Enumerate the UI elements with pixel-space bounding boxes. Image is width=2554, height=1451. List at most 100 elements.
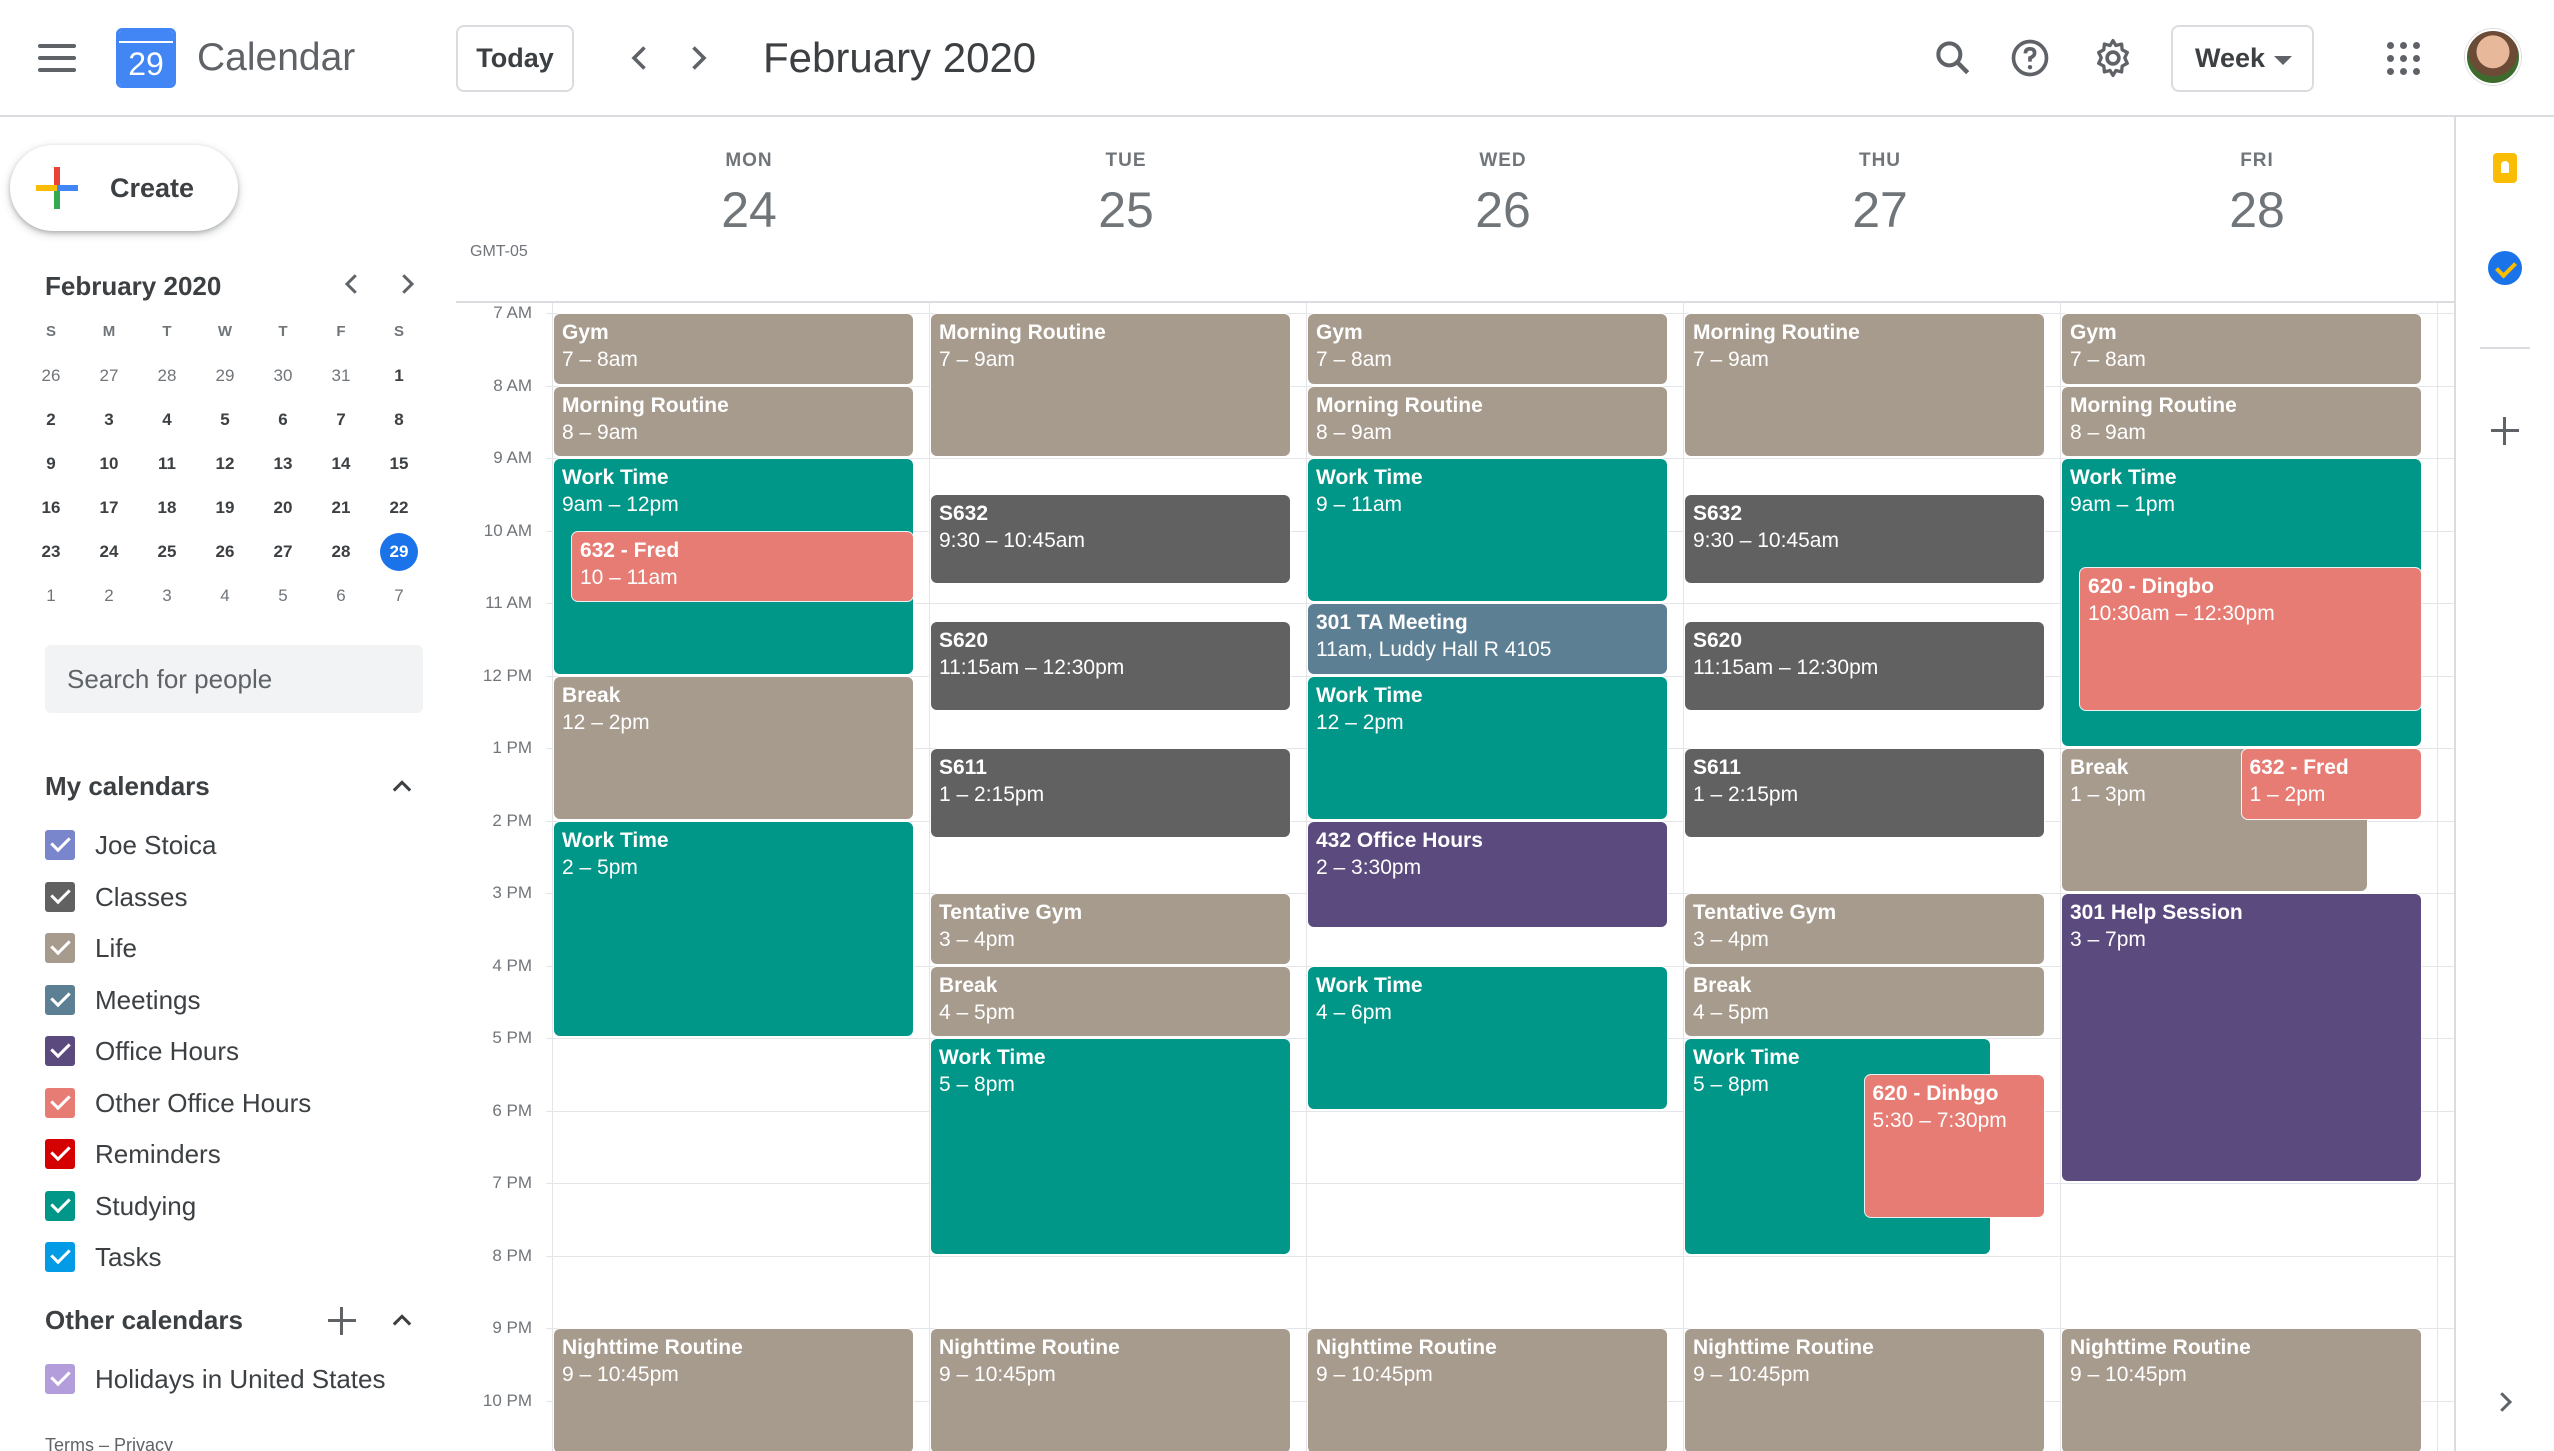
mini-day[interactable]: 25 [144,530,190,574]
other-calendars-title[interactable]: Other calendars [45,1303,243,1337]
calendar-event[interactable]: 620 - Dinbgo 5:30 – 7:30pm [1864,1075,2044,1218]
mini-day[interactable]: 1 [28,574,74,618]
mini-day[interactable]: 31 [318,354,364,398]
mini-day[interactable]: 5 [260,574,306,618]
mini-day[interactable]: 12 [202,442,248,486]
mini-day[interactable]: 6 [318,574,364,618]
collapse-my-calendars-icon[interactable] [388,773,416,801]
calendar-event[interactable]: Morning Routine 8 – 9am [554,386,913,456]
calendar-event[interactable]: S611 1 – 2:15pm [1685,749,2044,837]
my-calendar-item[interactable]: Studying [45,1186,425,1226]
calendar-event[interactable]: Break 4 – 5pm [1685,966,2044,1036]
day-header[interactable]: THU 27 [1691,149,2069,241]
settings-gear-icon[interactable] [2091,36,2135,80]
calendar-checkbox-icon[interactable] [45,1087,75,1118]
mini-prev-month-icon[interactable] [337,269,367,299]
mini-day[interactable]: 3 [144,574,190,618]
mini-day[interactable]: 10 [86,442,132,486]
calendar-event[interactable]: 301 TA Meeting 11am, Luddy Hall R 4105 [1308,604,1667,674]
show-side-panel-chevron-icon[interactable] [2490,1387,2520,1417]
mini-day[interactable]: 6 [260,398,306,442]
calendar-event[interactable]: Break 4 – 5pm [931,966,1290,1036]
footer-links[interactable]: Terms – Privacy [45,1435,173,1451]
day-header[interactable]: TUE 25 [937,149,1315,241]
day-header[interactable]: MON 24 [560,149,938,241]
account-avatar[interactable] [2465,29,2521,85]
mini-day[interactable]: 19 [202,486,248,530]
mini-day[interactable]: 26 [202,530,248,574]
mini-day[interactable]: 3 [86,398,132,442]
calendar-checkbox-icon[interactable] [45,933,75,963]
day-header[interactable]: FRI 28 [2068,149,2446,241]
mini-day[interactable]: 26 [28,354,74,398]
calendar-event[interactable]: Tentative Gym 3 – 4pm [1685,894,2044,964]
mini-day[interactable]: 27 [86,354,132,398]
my-calendar-item[interactable]: Life [45,928,425,968]
mini-day[interactable]: 8 [376,398,422,442]
mini-day[interactable]: 2 [86,574,132,618]
calendar-event[interactable]: 432 Office Hours 2 – 3:30pm [1308,821,1667,928]
calendar-event[interactable]: Nighttime Routine 9 – 10:45pm [1308,1329,1667,1451]
help-icon[interactable] [2008,36,2052,80]
mini-day[interactable]: 9 [28,442,74,486]
next-week-icon[interactable] [680,40,716,76]
calendar-event[interactable]: Work Time 12 – 2pm [1308,676,1667,819]
view-switcher-dropdown[interactable]: Week [2171,25,2314,92]
other-calendar-item[interactable]: Holidays in United States [45,1359,425,1399]
day-header[interactable]: WED 26 [1314,149,1692,241]
mini-day[interactable]: 4 [202,574,248,618]
mini-day[interactable]: 28 [144,354,190,398]
calendar-event[interactable]: S632 9:30 – 10:45am [931,495,1290,583]
calendar-checkbox-icon[interactable] [45,1139,75,1169]
my-calendar-item[interactable]: Tasks [45,1237,425,1277]
my-calendar-item[interactable]: Joe Stoica [45,825,425,865]
mini-day[interactable]: 28 [318,530,364,574]
mini-day[interactable]: 20 [260,486,306,530]
search-people-input[interactable]: Search for people [45,645,423,713]
calendar-event[interactable]: Work Time 4 – 6pm [1308,966,1667,1109]
tasks-icon[interactable] [2488,251,2522,285]
calendar-event[interactable]: Morning Routine 8 – 9am [1308,386,1667,456]
mini-day[interactable]: 21 [318,486,364,530]
mini-day[interactable]: 1 [376,354,422,398]
mini-day[interactable]: 17 [86,486,132,530]
keep-icon[interactable] [2488,153,2522,187]
google-apps-grid-icon[interactable] [2387,42,2421,76]
mini-day[interactable]: 18 [144,486,190,530]
calendar-checkbox-icon[interactable] [45,881,75,912]
calendar-checkbox-icon[interactable] [45,830,75,860]
mini-day[interactable]: 7 [318,398,364,442]
mini-day[interactable]: 30 [260,354,306,398]
mini-day[interactable]: 22 [376,486,422,530]
my-calendar-item[interactable]: Other Office Hours [45,1083,425,1123]
search-icon[interactable] [1931,36,1975,80]
app-title[interactable]: Calendar [197,36,355,80]
my-calendar-item[interactable]: Classes [45,877,425,917]
calendar-event[interactable]: Gym 7 – 8am [1308,314,1667,384]
mini-day[interactable]: 11 [144,442,190,486]
previous-week-icon[interactable] [622,40,658,76]
mini-day[interactable]: 23 [28,530,74,574]
mini-day[interactable]: 16 [28,486,74,530]
calendar-event[interactable]: S632 9:30 – 10:45am [1685,495,2044,583]
calendar-event[interactable]: Gym 7 – 8am [554,314,913,384]
my-calendars-title[interactable]: My calendars [45,769,210,803]
main-menu-icon[interactable] [38,44,76,72]
mini-day[interactable]: 5 [202,398,248,442]
calendar-checkbox-icon[interactable] [45,984,75,1015]
calendar-event[interactable]: S611 1 – 2:15pm [931,749,1290,837]
calendar-event[interactable]: 632 - Fred 10 – 11am [571,531,913,601]
calendar-event[interactable]: 632 - Fred 1 – 2pm [2241,749,2421,819]
mini-day[interactable]: 29 [202,354,248,398]
get-addons-plus-icon[interactable] [2491,417,2519,445]
calendar-event[interactable]: Work Time 2 – 5pm [554,821,913,1036]
mini-day[interactable]: 24 [86,530,132,574]
my-calendar-item[interactable]: Office Hours [45,1031,425,1071]
calendar-event[interactable]: Work Time 5 – 8pm [931,1039,1290,1254]
collapse-other-calendars-icon[interactable] [388,1307,416,1335]
calendar-event[interactable]: Gym 7 – 8am [2062,314,2421,384]
calendar-checkbox-icon[interactable] [45,1242,75,1272]
calendar-event[interactable]: Morning Routine 8 – 9am [2062,386,2421,456]
calendar-event[interactable]: Nighttime Routine 9 – 10:45pm [554,1329,913,1451]
calendar-event[interactable]: Break 12 – 2pm [554,676,913,819]
